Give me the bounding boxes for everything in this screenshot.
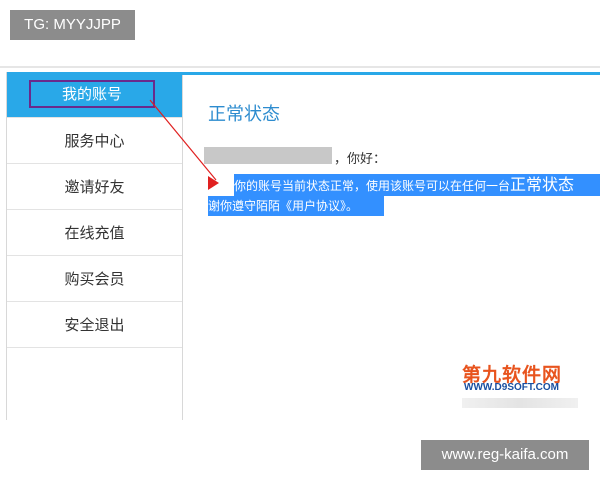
- red-arrow-marker-icon: [208, 176, 219, 190]
- status-message-line2: 谢你遵守陌陌《用户协议》。: [208, 196, 384, 216]
- sidebar-item-my-account[interactable]: 我的账号: [7, 72, 182, 118]
- sidebar-item-label: 邀请好友: [64, 178, 125, 196]
- status-message: 你的账号当前状态正常，使用该账号可以在任何一台正常状态 谢你遵守陌陌《用户协议》…: [208, 174, 600, 216]
- sidebar-item-online-recharge[interactable]: 在线充值: [7, 210, 182, 256]
- screenshot-page: TG: MYYJJPP 我的账号 服务中心 邀请好友 在线充值 购买会员 安全退…: [0, 0, 600, 480]
- site-logo-url: WWW.D9SOFT.COM: [464, 382, 559, 393]
- watermark-bottom: www.reg-kaifa.com: [421, 440, 589, 470]
- sidebar-item-label: 我的账号: [61, 85, 122, 103]
- active-item-highlight-box: 我的账号: [29, 80, 155, 108]
- sidebar-item-label: 在线充值: [64, 224, 125, 242]
- greeting-text: ，你好：: [334, 152, 387, 167]
- sidebar-item-label: 安全退出: [64, 316, 125, 334]
- sidebar-item-safe-logout[interactable]: 安全退出: [7, 302, 182, 348]
- content-top-strip: [181, 72, 600, 75]
- status-message-large-text: 正常状态: [510, 175, 575, 194]
- sidebar-item-service-center[interactable]: 服务中心: [7, 118, 182, 164]
- logo-faint-watermark: [462, 398, 578, 408]
- sidebar-item-buy-membership[interactable]: 购买会员: [7, 256, 182, 302]
- sidebar: 我的账号 服务中心 邀请好友 在线充值 购买会员 安全退出: [6, 72, 183, 420]
- redacted-username: [204, 147, 332, 164]
- sidebar-item-label: 购买会员: [64, 270, 125, 288]
- page-title: 正常状态: [208, 104, 280, 125]
- status-message-line1: 你的账号当前状态正常，使用该账号可以在任何一台正常状态: [234, 174, 600, 196]
- status-message-text: 你的账号当前状态正常，使用该账号可以在任何一台: [234, 179, 511, 193]
- sidebar-item-label: 服务中心: [64, 132, 125, 150]
- sidebar-item-invite-friends[interactable]: 邀请好友: [7, 164, 182, 210]
- watermark-top: TG: MYYJJPP: [10, 10, 135, 40]
- top-divider: [0, 66, 600, 68]
